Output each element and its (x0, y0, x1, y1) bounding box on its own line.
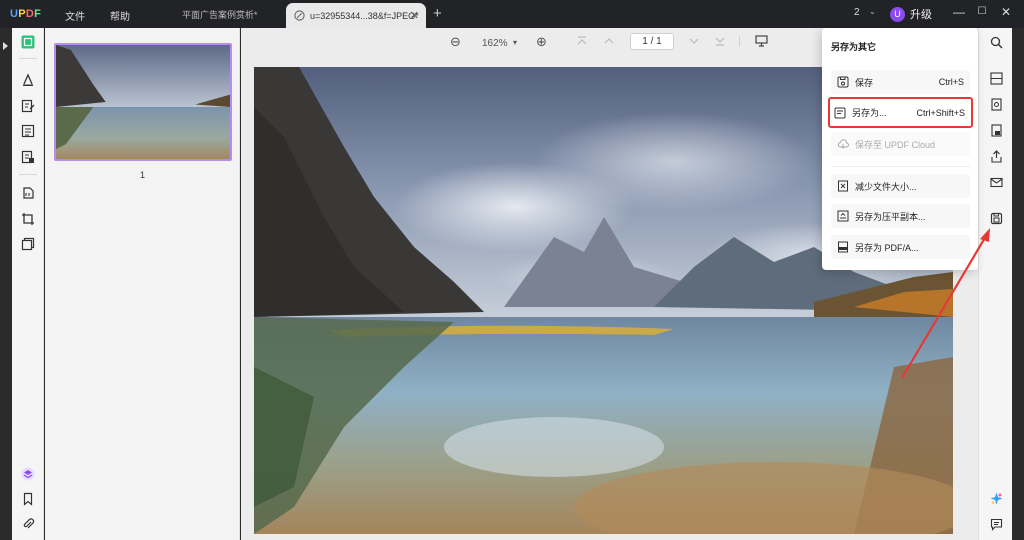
left-toolbar (12, 28, 44, 540)
share-icon[interactable] (988, 148, 1004, 164)
last-page-icon[interactable] (714, 35, 726, 50)
search-icon[interactable] (988, 34, 1004, 50)
page-number-input[interactable]: 1 / 1 (630, 33, 674, 50)
menu-item-label: 另存为 PDF/A... (855, 242, 919, 253)
menu-item-label: 另存为... (852, 108, 887, 118)
presentation-icon[interactable] (755, 35, 768, 50)
ocr-icon[interactable] (988, 70, 1004, 86)
zoom-out-button[interactable]: ⊖ (450, 34, 461, 50)
save-as-icon (834, 107, 846, 119)
new-tab-button[interactable]: + (433, 5, 442, 22)
pages-icon[interactable] (20, 236, 36, 252)
cloud-icon (837, 138, 849, 150)
menu-file[interactable]: 文件 (65, 8, 85, 23)
close-window-button[interactable]: ✕ (998, 5, 1014, 19)
tab-label: u=32955344...38&f=JPEG* (310, 10, 419, 21)
zoom-level[interactable]: 162% (482, 38, 508, 49)
bookmark-icon[interactable] (20, 491, 36, 507)
title-bar: UPDF 文件 帮助 平面广告案例赏析* u=32955344...38&f=J… (0, 0, 1024, 28)
protect-icon[interactable] (988, 122, 1004, 138)
flatten-icon (837, 210, 849, 222)
app-logo: UPDF (10, 8, 42, 20)
page-tools-icon[interactable] (20, 149, 36, 165)
compress-icon (837, 180, 849, 192)
maximize-button[interactable]: ☐ (974, 6, 990, 17)
toolbar-divider (19, 58, 37, 59)
chevron-down-icon[interactable]: ⌄ (869, 7, 876, 16)
toolbar-divider (19, 174, 37, 175)
close-tab-icon[interactable]: ✕ (410, 9, 419, 22)
menu-help[interactable]: 帮助 (110, 8, 130, 23)
menu-item-save[interactable]: 保存 Ctrl+S (831, 70, 970, 94)
reader-mode-icon[interactable] (20, 34, 36, 50)
expand-arrow-icon[interactable] (3, 42, 8, 50)
menu-item-shortcut: Ctrl+Shift+S (916, 108, 965, 118)
menu-divider (831, 166, 970, 167)
thumbnail-page-number: 1 (140, 170, 146, 180)
right-toolbar (978, 28, 1012, 540)
menu-item-save-as[interactable]: 另存为... Ctrl+Shift+S (828, 97, 973, 128)
right-edge (1012, 28, 1024, 540)
prev-page-icon[interactable] (603, 35, 615, 50)
zoom-caret[interactable]: ▾ (513, 38, 517, 47)
left-edge (0, 28, 12, 540)
organize-pages-icon[interactable] (20, 185, 36, 201)
link-icon (294, 10, 305, 21)
tab-document-2[interactable]: u=32955344...38&f=JPEG* ✕ (286, 3, 426, 28)
save-as-other-menu: 另存为其它 保存 Ctrl+S 另存为... Ctrl+Shift+S 保存至 … (822, 28, 978, 270)
menu-item-label: 减少文件大小... (855, 181, 917, 192)
first-page-icon[interactable] (576, 35, 588, 50)
form-icon[interactable] (20, 123, 36, 139)
upgrade-button[interactable]: U 升级 (890, 5, 932, 23)
avatar: U (890, 6, 905, 22)
minimize-button[interactable]: — (951, 5, 967, 19)
toolbar-divider: | (738, 35, 741, 47)
menu-item-reduce-size[interactable]: 减少文件大小... (831, 174, 970, 198)
attachment-icon[interactable] (20, 516, 36, 532)
menu-item-save-pdfa[interactable]: 另存为 PDF/A... (831, 235, 970, 259)
tab-count[interactable]: 2 (854, 7, 860, 18)
layers-icon[interactable] (20, 466, 36, 482)
comments-panel-icon[interactable] (988, 516, 1004, 532)
comment-highlight-icon[interactable] (20, 72, 36, 88)
page-thumbnail[interactable] (54, 43, 232, 161)
menu-item-save-flattened[interactable]: 另存为压平副本... (831, 204, 970, 228)
crop-icon[interactable] (20, 211, 36, 227)
ai-assistant-icon[interactable] (988, 490, 1004, 506)
menu-item-shortcut: Ctrl+S (938, 77, 964, 87)
menu-item-label: 另存为压平副本... (855, 211, 926, 222)
popup-title: 另存为其它 (831, 42, 877, 52)
next-page-icon[interactable] (688, 35, 700, 50)
menu-item-label: 保存 (855, 77, 874, 88)
tab-document-1[interactable]: 平面广告案例赏析* (176, 3, 286, 28)
pdfa-icon (837, 241, 849, 253)
menu-item-save-to-cloud[interactable]: 保存至 UPDF Cloud (831, 132, 970, 156)
convert-icon[interactable] (988, 96, 1004, 112)
zoom-in-button[interactable]: ⊕ (536, 34, 547, 50)
save-icon (837, 76, 849, 88)
thumbnail-panel: 1 (45, 28, 240, 540)
save-as-other-icon[interactable] (988, 210, 1004, 226)
upgrade-label: 升级 (910, 9, 932, 21)
mail-icon[interactable] (988, 174, 1004, 190)
edit-pdf-icon[interactable] (20, 98, 36, 114)
menu-item-label: 保存至 UPDF Cloud (855, 139, 936, 150)
